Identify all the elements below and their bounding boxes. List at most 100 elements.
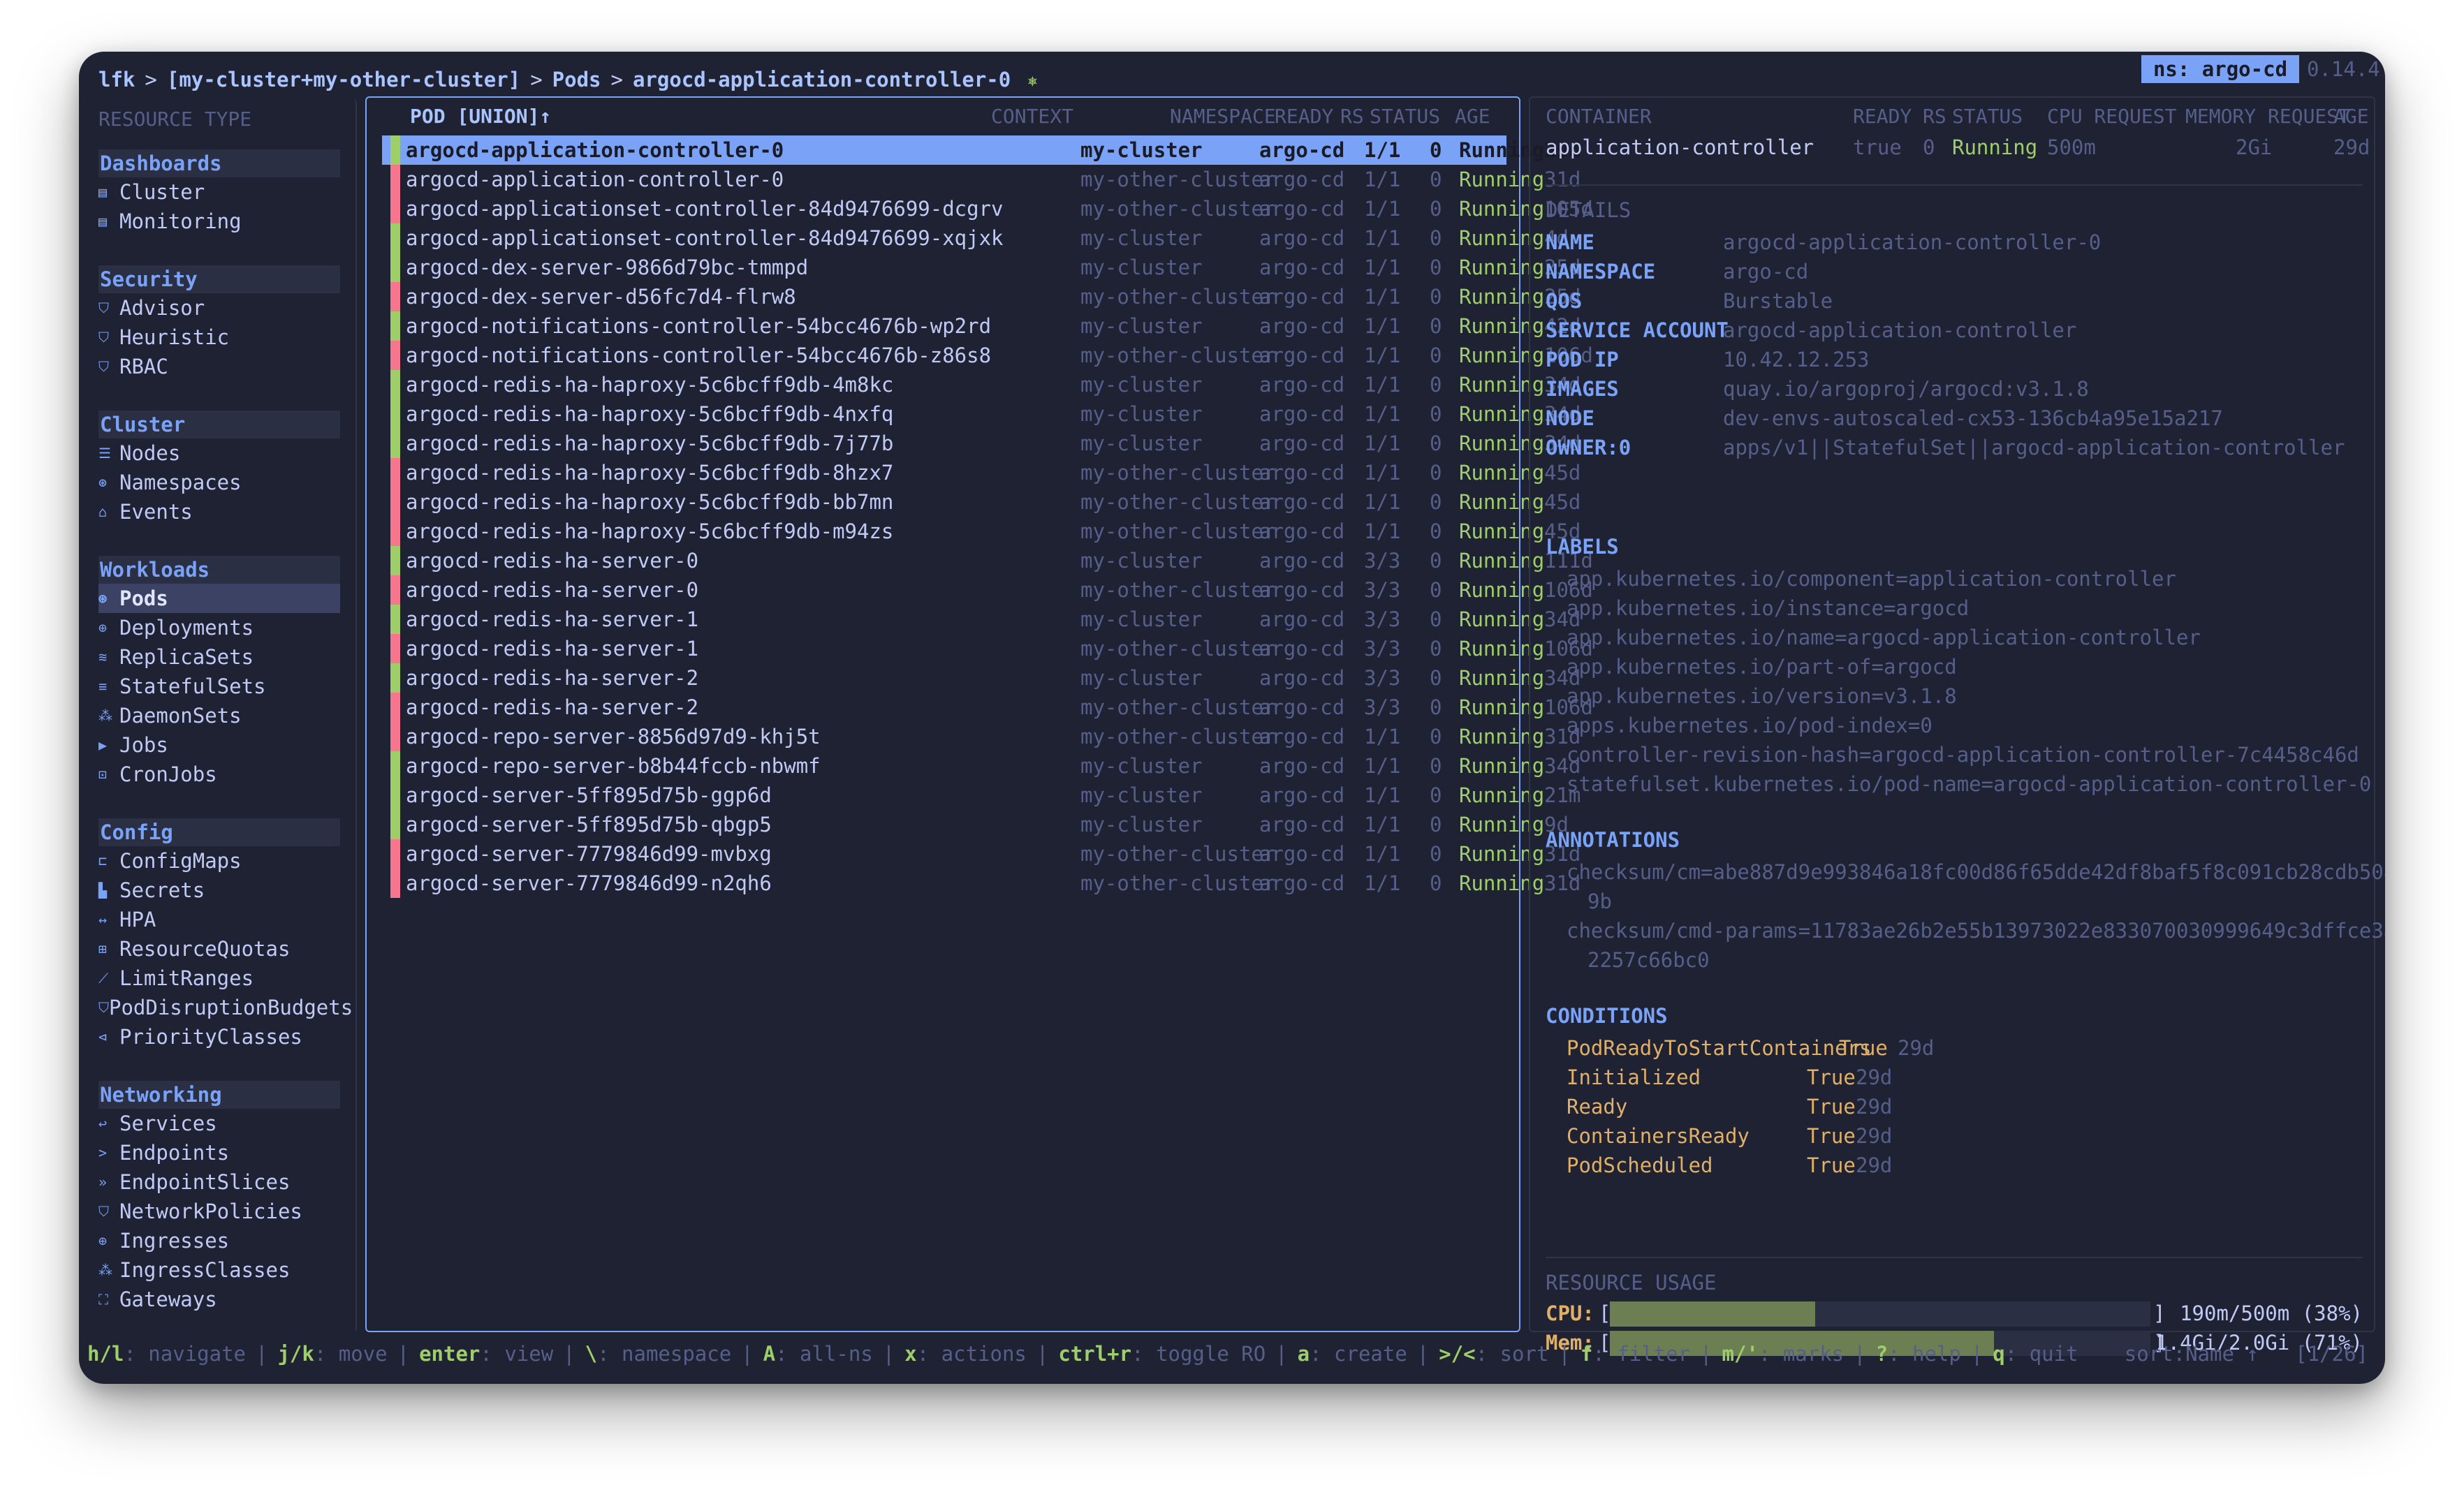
table-row[interactable]: argocd-notifications-controller-54bcc467… (382, 341, 1593, 370)
cell-ready: 1/1 (1364, 373, 1401, 397)
table-row[interactable]: argocd-application-controller-0 my-cluste… (382, 135, 1581, 165)
sidebar-item-pods[interactable]: ⊛ Pods (98, 584, 340, 613)
table-row[interactable]: argocd-redis-ha-server-1 my-cluster argo-c… (382, 605, 1581, 634)
label-entry[interactable]: app.kubernetes.io/instance=argocd (1567, 593, 1969, 623)
sidebar-item-monitoring[interactable]: ▤ Monitoring (98, 207, 340, 236)
sidebar-item-poddisruptionbudgets[interactable]: ⛉ PodDisruptionBudgets (98, 993, 353, 1022)
sidebar-item-hpa[interactable]: ↔ HPA (98, 905, 340, 934)
col-header-rs[interactable]: RS (1340, 105, 1364, 128)
sidebar-item-ingresses[interactable]: ⊕ Ingresses (98, 1226, 340, 1255)
label-entry[interactable]: controller-revision-hash=argocd-applicat… (1567, 740, 2359, 769)
hint-desc: : navigate (124, 1342, 246, 1366)
table-row[interactable]: argocd-application-controller-0 my-other-… (382, 165, 1581, 194)
cluster-marker (390, 165, 400, 194)
table-row[interactable]: argocd-server-5ff895d75b-ggp6d my-cluster… (382, 781, 1581, 810)
annotation-entry[interactable]: checksum/cm=abe887d9e993846a18fc00d86f65… (1567, 857, 2385, 887)
col-header-namespace[interactable]: NAMESPACE (1170, 105, 1276, 128)
sidebar-item-priorityclasses[interactable]: ⊲ PriorityClasses (98, 1022, 340, 1052)
table-row[interactable]: argocd-redis-ha-haproxy-5c6bcff9db-bb7mn… (382, 487, 1581, 517)
table-row[interactable]: argocd-redis-ha-server-0 my-cluster argo-c… (382, 546, 1593, 575)
breadcrumb-context[interactable]: [my-cluster+my-other-cluster] (167, 68, 520, 91)
table-row[interactable]: argocd-applicationset-controller-84d9476… (382, 223, 1569, 253)
table-row[interactable]: argocd-redis-ha-server-2 my-other-cluster… (382, 693, 1593, 722)
detail-value[interactable]: argocd-application-controller (1723, 316, 2076, 345)
detail-value[interactable]: 10.42.12.253 (1723, 345, 1870, 374)
sidebar-item-gateways[interactable]: ⛶ Gateways (98, 1285, 340, 1314)
sidebar-group-header[interactable]: Cluster (98, 411, 340, 438)
sidebar-group-header[interactable]: Networking (98, 1081, 340, 1109)
table-row[interactable]: argocd-redis-ha-server-0 my-other-cluster… (382, 575, 1593, 605)
detail-value[interactable]: quay.io/argoproj/argocd:v3.1.8 (1723, 374, 2089, 404)
sidebar-item-advisor[interactable]: ⛉ Advisor (98, 293, 340, 323)
sidebar-item-configmaps[interactable]: ⊏ ConfigMaps (98, 846, 340, 876)
breadcrumb-resource[interactable]: Pods (552, 68, 601, 91)
sidebar-item-heuristic[interactable]: ⛉ Heuristic (98, 323, 340, 352)
table-row[interactable]: argocd-redis-ha-server-2 my-cluster argo-c… (382, 663, 1581, 693)
table-row[interactable]: argocd-dex-server-d56fc7d4-flrw8 my-other… (382, 282, 1581, 311)
sidebar-item-endpoints[interactable]: > Endpoints (98, 1138, 340, 1167)
sidebar-item-networkpolicies[interactable]: ⛉ NetworkPolicies (98, 1197, 340, 1226)
sidebar-item-deployments[interactable]: ⊕ Deployments (98, 613, 340, 642)
col-header-age[interactable]: AGE (1455, 105, 1490, 128)
label-entry[interactable]: app.kubernetes.io/part-of=argocd (1567, 652, 1957, 681)
table-row[interactable]: argocd-redis-ha-haproxy-5c6bcff9db-7j77b… (382, 429, 1581, 458)
table-row[interactable]: argocd-redis-ha-haproxy-5c6bcff9db-8hzx7… (382, 458, 1581, 487)
label-entry[interactable]: statefulset.kubernetes.io/pod-name=argoc… (1567, 769, 2371, 799)
detail-value[interactable]: dev-envs-autoscaled-cx53-136cb4a95e15a21… (1723, 404, 2223, 433)
detail-value[interactable]: argo-cd (1723, 257, 1808, 286)
table-row[interactable]: argocd-redis-ha-haproxy-5c6bcff9db-4nxfq… (382, 399, 1581, 429)
label-entry[interactable]: app.kubernetes.io/name=argocd-applicatio… (1567, 623, 2201, 652)
sidebar-item-jobs[interactable]: ▶ Jobs (98, 730, 340, 760)
cell-namespace: argo-cd (1259, 490, 1345, 514)
col-header-pod[interactable]: POD [UNION]↑ (410, 105, 551, 128)
table-row[interactable]: argocd-server-7779846d99-mvbxg my-other-c… (382, 839, 1581, 869)
sidebar-item-cluster[interactable]: ▤ Cluster (98, 177, 340, 207)
sidebar-item-nodes[interactable]: ☰ Nodes (98, 438, 340, 468)
col-header-context[interactable]: CONTEXT (991, 105, 1073, 128)
cell-rs: 0 (1430, 842, 1442, 866)
table-row[interactable]: argocd-applicationset-controller-84d9476… (382, 194, 1593, 223)
table-row[interactable]: argocd-redis-ha-haproxy-5c6bcff9db-4m8kc… (382, 370, 1581, 399)
detail-value[interactable]: argocd-application-controller-0 (1723, 228, 2101, 257)
table-row[interactable]: argocd-dex-server-9866d79bc-tmmpd my-clus… (382, 253, 1581, 282)
sidebar-item-endpointslices[interactable]: » EndpointSlices (98, 1167, 340, 1197)
sidebar-item-events[interactable]: ⌂ Events (98, 497, 340, 526)
table-row[interactable]: argocd-redis-ha-server-1 my-other-cluster… (382, 634, 1593, 663)
detail-value[interactable]: apps/v1||StatefulSet||argocd-application… (1723, 433, 2345, 462)
sidebar-group-header[interactable]: Dashboards (98, 149, 340, 177)
detail-value[interactable]: Burstable (1723, 286, 1833, 316)
sidebar-item-statefulsets[interactable]: ≡ StatefulSets (98, 672, 340, 701)
annotation-entry[interactable]: 9b (1587, 887, 1612, 916)
label-entry[interactable]: apps.kubernetes.io/pod-index=0 (1567, 711, 1933, 740)
annotation-entry[interactable]: checksum/cmd-params=11783ae26b2e55b13973… (1567, 916, 2385, 945)
sidebar-item-cronjobs[interactable]: ⊡ CronJobs (98, 760, 340, 789)
sidebar-item-services[interactable]: ↩ Services (98, 1109, 340, 1138)
breadcrumb-selected[interactable]: argocd-application-controller-0 (633, 68, 1011, 91)
container-name[interactable]: application-controller (1546, 135, 1814, 159)
table-row[interactable]: argocd-server-5ff895d75b-qbgp5 my-cluster… (382, 810, 1569, 839)
breadcrumb-app[interactable]: lfk (98, 68, 135, 91)
table-row[interactable]: argocd-repo-server-8856d97d9-khj5t my-oth… (382, 722, 1581, 751)
sidebar-group-header[interactable]: Config (98, 818, 340, 846)
col-header-ready[interactable]: READY (1275, 105, 1333, 128)
table-row[interactable]: argocd-redis-ha-haproxy-5c6bcff9db-m94zs… (382, 517, 1581, 546)
col-header-status[interactable]: STATUS (1370, 105, 1440, 128)
table-row[interactable]: argocd-server-7779846d99-n2qh6 my-other-c… (382, 869, 1581, 898)
sidebar-item-ingressclasses[interactable]: ⁂ IngressClasses (98, 1255, 340, 1285)
sidebar-item-replicasets[interactable]: ≋ ReplicaSets (98, 642, 340, 672)
namespace-badge[interactable]: ns: argo-cd (2141, 55, 2299, 83)
label-entry[interactable]: app.kubernetes.io/component=application-… (1567, 564, 2176, 593)
sidebar-item-namespaces[interactable]: ⊛ Namespaces (98, 468, 340, 497)
sidebar-item-limitranges[interactable]: ⟋ LimitRanges (98, 964, 340, 993)
container-age: 29d (2333, 135, 2370, 159)
table-row[interactable]: argocd-repo-server-b8b44fccb-nbwmf my-clu… (382, 751, 1581, 781)
sidebar-item-resourcequotas[interactable]: ⊞ ResourceQuotas (98, 934, 340, 964)
annotation-entry[interactable]: 2257c66bc0 (1587, 945, 1710, 975)
sidebar-group-header[interactable]: Security (98, 265, 340, 293)
table-row[interactable]: argocd-notifications-controller-54bcc467… (382, 311, 1581, 341)
sidebar-group-header[interactable]: Workloads (98, 556, 340, 584)
sidebar-item-daemonsets[interactable]: ⁂ DaemonSets (98, 701, 340, 730)
sidebar-item-secrets[interactable]: ▙ Secrets (98, 876, 340, 905)
label-entry[interactable]: app.kubernetes.io/version=v3.1.8 (1567, 681, 1957, 711)
sidebar-item-rbac[interactable]: ⛉ RBAC (98, 352, 340, 381)
